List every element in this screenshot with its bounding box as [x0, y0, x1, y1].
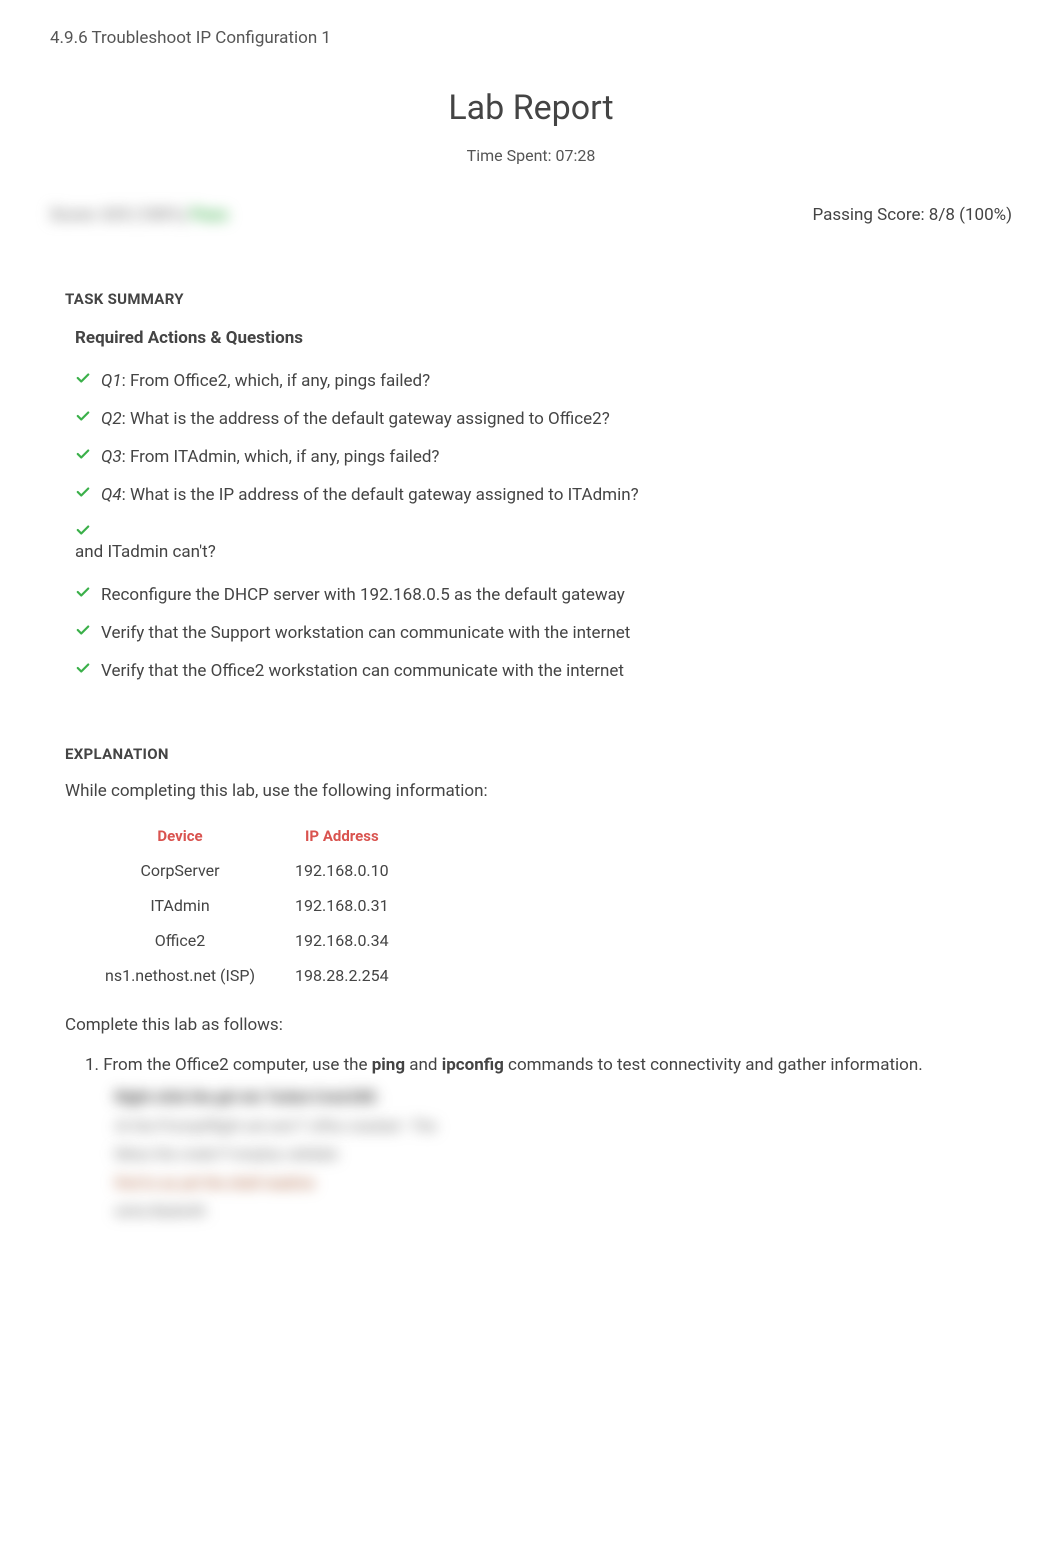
- check-icon: [75, 485, 91, 499]
- check-icon: [75, 523, 91, 537]
- blur-line: find to as yet the shell readme: [115, 1169, 997, 1198]
- blur-line: At the Promptflight set and T ofhis crac…: [115, 1112, 997, 1141]
- task-text: Reconfigure the DHCP server with 192.168…: [101, 585, 625, 605]
- table-row: ns1.nethost.net (ISP) 198.28.2.254: [85, 958, 409, 993]
- task-item: Q4: What is the IP address of the defaul…: [75, 476, 997, 514]
- table-header-ip: IP Address: [275, 819, 409, 853]
- task-summary-section: TASK SUMMARY Required Actions & Question…: [0, 290, 1062, 1226]
- task-item: Q2: What is the address of the default g…: [75, 400, 997, 438]
- score-blurred: Score: 8/8 (100%) Pass: [50, 205, 228, 225]
- task-text: Q2: What is the address of the default g…: [101, 409, 610, 429]
- ip-cell: 192.168.0.34: [275, 923, 409, 958]
- task-text: Verify that the Support workstation can …: [101, 623, 630, 643]
- breadcrumb-text: 4.9.6 Troubleshoot IP Configuration 1: [50, 28, 331, 48]
- passing-score: Passing Score: 8/8 (100%): [812, 205, 1012, 225]
- blur-line: extra Badwith: [115, 1197, 997, 1226]
- orphan-text: and ITadmin can't?: [75, 542, 997, 562]
- check-icon: [75, 409, 91, 423]
- device-table: Device IP Address CorpServer 192.168.0.1…: [85, 819, 409, 993]
- blur-line: Mess the creek P employ validate: [115, 1140, 997, 1169]
- task-text: Q3: From ITAdmin, which, if any, pings f…: [101, 447, 439, 467]
- check-icon: [75, 447, 91, 461]
- ip-cell: 192.168.0.31: [275, 888, 409, 923]
- device-cell: ns1.nethost.net (ISP): [85, 958, 275, 993]
- explanation-intro: While completing this lab, use the follo…: [65, 781, 997, 801]
- check-icon: [75, 661, 91, 675]
- table-row: CorpServer 192.168.0.10: [85, 853, 409, 888]
- task-item: Verify that the Office2 workstation can …: [75, 652, 997, 690]
- steps-list: 1. From the Office2 computer, use the pi…: [85, 1055, 997, 1226]
- task-list: Q1: From Office2, which, if any, pings f…: [75, 362, 997, 546]
- explanation-title: EXPLANATION: [65, 745, 997, 763]
- task-item: Q1: From Office2, which, if any, pings f…: [75, 362, 997, 400]
- blurred-substeps: Right-click the giri etc Turbot Cmd.EXE …: [115, 1083, 997, 1226]
- check-icon: [75, 585, 91, 599]
- task-list-2: Reconfigure the DHCP server with 192.168…: [75, 576, 997, 690]
- required-actions-title: Required Actions & Questions: [75, 328, 997, 348]
- breadcrumb: 4.9.6 Troubleshoot IP Configuration 1: [0, 0, 1062, 58]
- device-cell: Office2: [85, 923, 275, 958]
- table-header-device: Device: [85, 819, 275, 853]
- task-item: Verify that the Support workstation can …: [75, 614, 997, 652]
- device-cell: CorpServer: [85, 853, 275, 888]
- blur-line: Right-click the giri etc Turbot Cmd.EXE …: [115, 1083, 997, 1112]
- score-row: Score: 8/8 (100%) Pass Passing Score: 8/…: [0, 165, 1062, 235]
- task-item: Q3: From ITAdmin, which, if any, pings f…: [75, 438, 997, 476]
- task-text: Q1: From Office2, which, if any, pings f…: [101, 371, 430, 391]
- task-summary-title: TASK SUMMARY: [65, 290, 997, 308]
- task-text: Q4: What is the IP address of the defaul…: [101, 485, 639, 505]
- ip-cell: 198.28.2.254: [275, 958, 409, 993]
- check-icon: [75, 623, 91, 637]
- task-item: Reconfigure the DHCP server with 192.168…: [75, 576, 997, 614]
- table-row: Office2 192.168.0.34: [85, 923, 409, 958]
- table-row: ITAdmin 192.168.0.31: [85, 888, 409, 923]
- task-text: Verify that the Office2 workstation can …: [101, 661, 624, 681]
- device-cell: ITAdmin: [85, 888, 275, 923]
- check-icon: [75, 371, 91, 385]
- time-spent: Time Spent: 07:28: [0, 146, 1062, 165]
- complete-intro: Complete this lab as follows:: [65, 1015, 997, 1035]
- step-item: 1. From the Office2 computer, use the pi…: [85, 1055, 997, 1075]
- ip-cell: 192.168.0.10: [275, 853, 409, 888]
- page-title: Lab Report: [0, 88, 1062, 128]
